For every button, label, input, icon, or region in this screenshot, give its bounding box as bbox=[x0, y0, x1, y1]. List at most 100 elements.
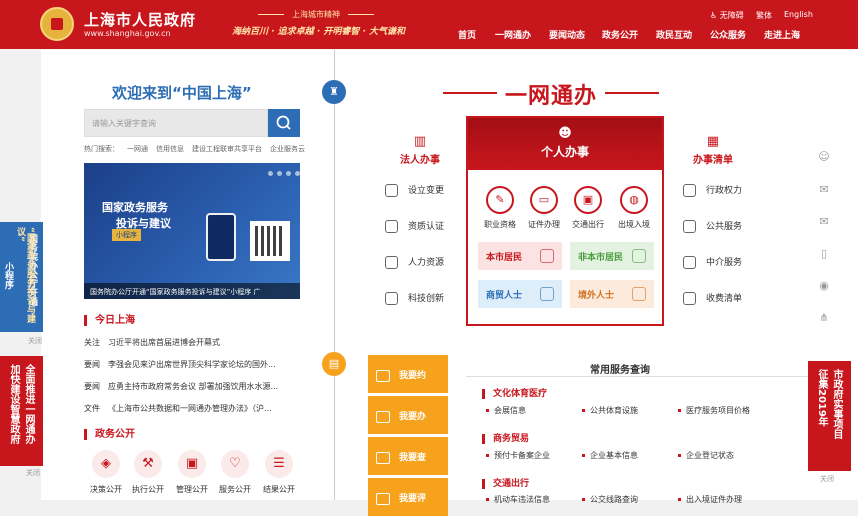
gavel-icon: ⚒ bbox=[134, 450, 162, 478]
clipboard-icon: ☰ bbox=[265, 450, 293, 478]
banner-caption[interactable]: 国务院办公厅开通“国家政务服务投诉与建议”小程序 广 bbox=[84, 283, 300, 299]
nav-one-stop[interactable]: 一网通办 bbox=[495, 28, 531, 41]
evaluate-button[interactable]: 我要评 bbox=[368, 478, 448, 516]
service-link[interactable]: 公共体育设施 bbox=[582, 405, 638, 416]
close-ad-button[interactable]: 关闭 bbox=[28, 336, 42, 346]
news-text[interactable]: 习近平将出席首届进博会开幕式 bbox=[108, 337, 294, 348]
service-link[interactable]: 会展信息 bbox=[486, 405, 526, 416]
document-icon bbox=[683, 256, 696, 269]
site-title[interactable]: 上海市人民政府 bbox=[84, 9, 196, 30]
news-text[interactable]: 应勇主持市政府常务会议 部署加强饮用水水源... bbox=[108, 381, 294, 392]
service-link[interactable]: 预付卡备案企业 bbox=[486, 450, 550, 461]
ad-text: 市政府实事项目 bbox=[831, 369, 842, 439]
wechat-icon[interactable]: ✉ bbox=[808, 178, 840, 202]
today-shanghai-title[interactable]: 今日上海 bbox=[84, 315, 135, 326]
overseas-person-label: 境外人士 bbox=[578, 291, 614, 301]
legal-item[interactable]: 科技创新 bbox=[385, 291, 444, 305]
close-ad-button[interactable]: 关闭 bbox=[26, 468, 40, 478]
list-item-label: 公共服务 bbox=[706, 222, 742, 232]
list-item[interactable]: 收费清单 bbox=[683, 291, 742, 305]
news-tag: 要闻 bbox=[84, 360, 100, 369]
english-link[interactable]: English bbox=[784, 10, 813, 19]
news-item[interactable]: 文件《上海市公共数据和一网通办管理办法》（沪... bbox=[84, 403, 294, 414]
personal-affairs-head[interactable]: ☻个人办事 bbox=[468, 118, 662, 170]
hot-link[interactable]: 信用信息 bbox=[156, 145, 184, 153]
gov-service[interactable]: ♡服务公开 bbox=[215, 450, 255, 495]
category-title[interactable]: 文化体育医疗 bbox=[482, 389, 547, 399]
list-item[interactable]: 公共服务 bbox=[683, 219, 742, 233]
mobile-icon[interactable]: ▯ bbox=[808, 242, 840, 266]
gov-open-title[interactable]: 政务公开 bbox=[84, 429, 135, 440]
nav-gov-open[interactable]: 政务公开 bbox=[602, 28, 638, 41]
nav-public-service[interactable]: 公众服务 bbox=[710, 28, 746, 41]
personal-icon-item[interactable]: ◍出境入境 bbox=[610, 186, 658, 230]
personal-icon-item[interactable]: ▣交通出行 bbox=[564, 186, 612, 230]
carousel-dots[interactable] bbox=[264, 169, 300, 179]
category-title[interactable]: 商务贸易 bbox=[482, 434, 529, 444]
news-text[interactable]: 李强会见来沪出席世界顶尖科学家论坛的国外... bbox=[108, 359, 294, 370]
people-icon bbox=[385, 256, 398, 269]
nav-news[interactable]: 要闻动态 bbox=[549, 28, 585, 41]
edit-icon bbox=[376, 493, 390, 505]
id-card-icon: ▭ bbox=[530, 186, 558, 214]
rss-icon[interactable]: ◉ bbox=[808, 274, 840, 298]
gov-execution[interactable]: ⚒执行公开 bbox=[128, 450, 168, 495]
carousel-dot[interactable] bbox=[268, 171, 273, 176]
search-input[interactable]: 请输入关键字查询 bbox=[84, 109, 268, 137]
close-ad-button[interactable]: 关闭 bbox=[820, 474, 834, 484]
common-services-title: 常用服务查询 bbox=[590, 361, 650, 376]
search-button[interactable] bbox=[268, 109, 300, 137]
resident-button[interactable]: 本市居民 bbox=[478, 242, 562, 270]
nav-about[interactable]: 走进上海 bbox=[764, 28, 800, 41]
person-icon bbox=[632, 249, 646, 263]
personal-icon-label: 出境入境 bbox=[610, 219, 658, 230]
service-link[interactable]: 企业登记状态 bbox=[678, 450, 734, 461]
appointment-button[interactable]: 我要约 bbox=[368, 355, 448, 393]
personal-icon-item[interactable]: ✎职业资格 bbox=[476, 186, 524, 230]
float-ad-one-stop[interactable]: 全面推进一网通办 加快建设智慧政府 bbox=[0, 356, 43, 466]
apply-button[interactable]: 我要办 bbox=[368, 396, 448, 434]
nav-interaction[interactable]: 政民互动 bbox=[656, 28, 692, 41]
legal-item[interactable]: 设立变更 bbox=[385, 183, 444, 197]
carousel-dot[interactable] bbox=[295, 171, 300, 176]
non-resident-button[interactable]: 非本市居民 bbox=[570, 242, 654, 270]
news-text[interactable]: 《上海市公共数据和一网通办管理办法》（沪... bbox=[108, 403, 294, 414]
query-button[interactable]: 我要查 bbox=[368, 437, 448, 475]
list-item[interactable]: 中介服务 bbox=[683, 255, 742, 269]
float-ad-miniprogram[interactable]: 国务院办公厅开通 “国家政务服务投诉与建议” 小程序 bbox=[0, 222, 43, 332]
gov-result[interactable]: ☰结果公开 bbox=[259, 450, 299, 495]
emblem-logo[interactable] bbox=[40, 7, 74, 41]
user-icon[interactable]: ☺ bbox=[808, 145, 840, 169]
personal-icon-item[interactable]: ▭ 证件办理 bbox=[520, 186, 568, 230]
float-ad-projects[interactable]: 市政府实事项目 征集2019年 bbox=[808, 361, 851, 471]
email-icon[interactable]: ✉ bbox=[808, 210, 840, 234]
legal-item[interactable]: 资质认证 bbox=[385, 219, 444, 233]
news-item[interactable]: 要闻应勇主持市政府常务会议 部署加强饮用水水源... bbox=[84, 381, 294, 392]
gov-decision[interactable]: ◈决策公开 bbox=[86, 450, 126, 495]
news-item[interactable]: 要闻李强会见来沪出席世界顶尖科学家论坛的国外... bbox=[84, 359, 294, 370]
news-banner[interactable]: 国家政务服务 投诉与建议 小程序 国务院办公厅开通“国家政务服务投诉与建议”小程… bbox=[84, 163, 300, 299]
hot-link[interactable]: 一网通 bbox=[127, 145, 148, 153]
hot-link[interactable]: 建设工程联审共享平台 bbox=[192, 145, 262, 153]
overseas-person-button[interactable]: 境外人士 bbox=[570, 280, 654, 308]
hot-link[interactable]: 企业服务云 bbox=[270, 145, 305, 153]
passport-icon bbox=[632, 287, 646, 301]
carousel-dot[interactable] bbox=[286, 171, 291, 176]
category-title[interactable]: 交通出行 bbox=[482, 479, 529, 489]
carousel-dot[interactable] bbox=[277, 171, 282, 176]
business-person-button[interactable]: 商贸人士 bbox=[478, 280, 562, 308]
list-item[interactable]: 行政权力 bbox=[683, 183, 742, 197]
legal-item[interactable]: 人力资源 bbox=[385, 255, 444, 269]
service-link[interactable]: 医疗服务项目价格 bbox=[678, 405, 750, 416]
service-link[interactable]: 企业基本信息 bbox=[582, 450, 638, 461]
gov-management[interactable]: ▣管理公开 bbox=[172, 450, 212, 495]
nav-home[interactable]: 首页 bbox=[458, 28, 476, 41]
news-tag: 要闻 bbox=[84, 382, 100, 391]
service-list-head[interactable]: ▦办事清单 bbox=[683, 134, 743, 166]
traditional-link[interactable]: 繁体 bbox=[756, 10, 772, 21]
personal-icon-label: 证件办理 bbox=[520, 219, 568, 230]
legal-affairs-head[interactable]: ▥法人办事 bbox=[390, 134, 450, 166]
share-icon[interactable]: ⋔ bbox=[808, 306, 840, 330]
news-item[interactable]: 关注习近平将出席首届进博会开幕式 bbox=[84, 337, 294, 348]
accessibility-link[interactable]: ♿ 无障碍 bbox=[710, 10, 744, 21]
